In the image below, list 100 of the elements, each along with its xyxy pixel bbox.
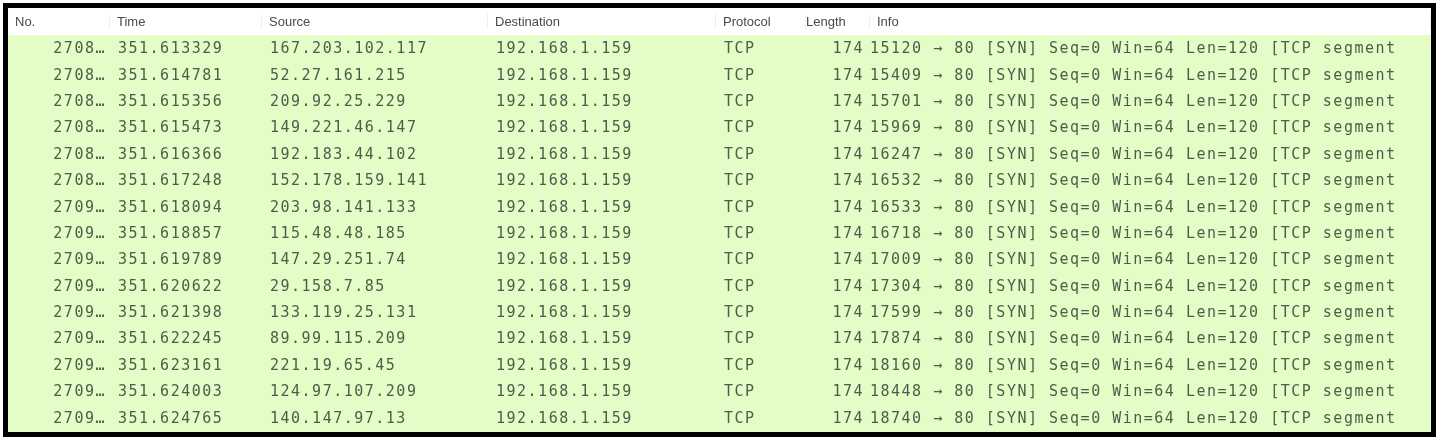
- table-cell-text: 2709…: [52, 355, 107, 374]
- table-cell-text: 351.614781: [117, 65, 225, 84]
- table-cell-text: 351.621398: [117, 303, 225, 322]
- table-cell-text: 192.168.1.159: [495, 329, 634, 348]
- table-cell-text: 174: [831, 118, 865, 137]
- table-cell-text: 351.618857: [117, 223, 225, 242]
- table-cell-text: 2709…: [52, 303, 107, 322]
- table-cell-text: 174: [831, 355, 865, 374]
- table-cell-text: TCP: [723, 276, 757, 295]
- table-cell-text: TCP: [723, 329, 757, 348]
- table-cell-text: 29.158.7.85: [269, 276, 387, 295]
- table-cell-text: 16532 → 80 [SYN] Seq=0 Win=64 Len=120 [TCP segment: [870, 171, 1398, 190]
- table-cell-text: 174: [831, 329, 865, 348]
- table-cell-text: 15120 → 80 [SYN] Seq=0 Win=64 Len=120 [TCP segment: [870, 39, 1398, 58]
- table-cell-text: 174: [831, 197, 865, 216]
- table-cell-text: 17874 → 80 [SYN] Seq=0 Win=64 Len=120 [TCP segment: [870, 329, 1398, 348]
- table-cell-text: 167.203.102.117: [269, 39, 429, 58]
- table-cell-text: 124.97.107.209: [269, 382, 419, 401]
- table-cell-text: 17304 → 80 [SYN] Seq=0 Win=64 Len=120 [TCP segment: [870, 276, 1398, 295]
- table-cell-text: TCP: [723, 408, 757, 427]
- table-cell-text: 192.168.1.159: [495, 408, 634, 427]
- table-cell-text: TCP: [723, 197, 757, 216]
- column-header[interactable]: Source: [262, 14, 488, 29]
- table-cell-text: 192.168.1.159: [495, 65, 634, 84]
- table-cell-text: 18740 → 80 [SYN] Seq=0 Win=64 Len=120 [TCP segment: [870, 408, 1398, 427]
- column-header[interactable]: Time: [110, 14, 262, 29]
- table-cell-text: 18448 → 80 [SYN] Seq=0 Win=64 Len=120 [TCP segment: [870, 382, 1398, 401]
- column-header[interactable]: Protocol: [716, 14, 806, 29]
- table-cell-text: 174: [831, 39, 865, 58]
- table-cell-text: 17009 → 80 [SYN] Seq=0 Win=64 Len=120 [TCP segment: [870, 250, 1398, 269]
- table-cell-text: 2708…: [52, 65, 107, 84]
- table-cell-text: 18160 → 80 [SYN] Seq=0 Win=64 Len=120 [TCP segment: [870, 355, 1398, 374]
- table-cell-text: 192.168.1.159: [495, 118, 634, 137]
- table-cell-text: 147.29.251.74: [269, 250, 408, 269]
- table-cell-text: TCP: [723, 382, 757, 401]
- table-cell-text: 52.27.161.215: [269, 65, 408, 84]
- table-cell-text: 192.168.1.159: [495, 144, 634, 163]
- table-cell-text: 192.168.1.159: [495, 250, 634, 269]
- table-cell-text: 152.178.159.141: [269, 171, 429, 190]
- table-cell-text: 174: [831, 223, 865, 242]
- table-cell-text: 174: [831, 276, 865, 295]
- table-cell-text: 174: [831, 171, 865, 190]
- table-cell-text: 17599 → 80 [SYN] Seq=0 Win=64 Len=120 [TCP segment: [870, 303, 1398, 322]
- table-cell-text: TCP: [723, 355, 757, 374]
- table-cell-text: 2709…: [52, 382, 107, 401]
- table-cell-text: 140.147.97.13: [269, 408, 408, 427]
- table-cell-text: 221.19.65.45: [269, 355, 398, 374]
- table-cell-text: 2709…: [52, 408, 107, 427]
- table-cell-text: 351.618094: [117, 197, 225, 216]
- table-cell-text: 2709…: [52, 223, 107, 242]
- table-cell-text: 16247 → 80 [SYN] Seq=0 Win=64 Len=120 [TCP segment: [870, 144, 1398, 163]
- table-cell-text: TCP: [723, 303, 757, 322]
- table-cell-text: 174: [831, 250, 865, 269]
- table-cell-text: 2709…: [52, 250, 107, 269]
- table-cell-text: 174: [831, 91, 865, 110]
- table-cell-text: TCP: [723, 118, 757, 137]
- table-cell-text: 351.619789: [117, 250, 225, 269]
- table-cell-text: 2709…: [52, 197, 107, 216]
- table-cell-text: 351.624765: [117, 408, 225, 427]
- table-cell-text: 2708…: [52, 91, 107, 110]
- table-cell-text: 2708…: [52, 118, 107, 137]
- table-cell-text: 115.48.48.185: [269, 223, 408, 242]
- table-cell-text: 2709…: [52, 276, 107, 295]
- column-header[interactable]: No.: [8, 14, 110, 29]
- table-cell-text: 192.168.1.159: [495, 276, 634, 295]
- table-cell-text: 133.119.25.131: [269, 303, 419, 322]
- table-cell-text: 192.183.44.102: [269, 144, 419, 163]
- table-cell-text: 192.168.1.159: [495, 39, 634, 58]
- table-cell-text: 351.617248: [117, 171, 225, 190]
- table-cell-text: 209.92.25.229: [269, 91, 408, 110]
- table-cell-text: 174: [831, 303, 865, 322]
- table-cell-text: 16533 → 80 [SYN] Seq=0 Win=64 Len=120 [TCP segment: [870, 197, 1398, 216]
- table-cell-text: 15701 → 80 [SYN] Seq=0 Win=64 Len=120 [TCP segment: [870, 91, 1398, 110]
- table-cell-text: TCP: [723, 171, 757, 190]
- table-cell-text: 174: [831, 144, 865, 163]
- table-cell-text: 351.624003: [117, 382, 225, 401]
- table-cell-text: 174: [831, 408, 865, 427]
- table-cell-text: 351.620622: [117, 276, 225, 295]
- table-cell-text: 16718 → 80 [SYN] Seq=0 Win=64 Len=120 [TCP segment: [870, 223, 1398, 242]
- column-header[interactable]: Length: [806, 14, 870, 29]
- table-cell-text: 351.622245: [117, 329, 225, 348]
- table-cell-text: 2708…: [52, 144, 107, 163]
- table-cell-text: 174: [831, 382, 865, 401]
- table-cell-text: 2708…: [52, 39, 107, 58]
- table-cell-text: 192.168.1.159: [495, 223, 634, 242]
- table-cell-text: 351.616366: [117, 144, 225, 163]
- table-cell-text: 351.623161: [117, 355, 225, 374]
- table-cell-text: 192.168.1.159: [495, 382, 634, 401]
- table-cell-text: TCP: [723, 223, 757, 242]
- table-cell-text: TCP: [723, 91, 757, 110]
- table-cell-text: 203.98.141.133: [269, 197, 419, 216]
- table-cell-text: TCP: [723, 65, 757, 84]
- table-cell-text: 192.168.1.159: [495, 355, 634, 374]
- table-cell-text: 15409 → 80 [SYN] Seq=0 Win=64 Len=120 [TCP segment: [870, 65, 1398, 84]
- table-cell-text: 149.221.46.147: [269, 118, 419, 137]
- column-header[interactable]: Destination: [488, 14, 716, 29]
- column-header[interactable]: Info: [870, 14, 1431, 29]
- table-cell-text: 192.168.1.159: [495, 197, 634, 216]
- table-cell-text: 192.168.1.159: [495, 91, 634, 110]
- table-cell-text: TCP: [723, 39, 757, 58]
